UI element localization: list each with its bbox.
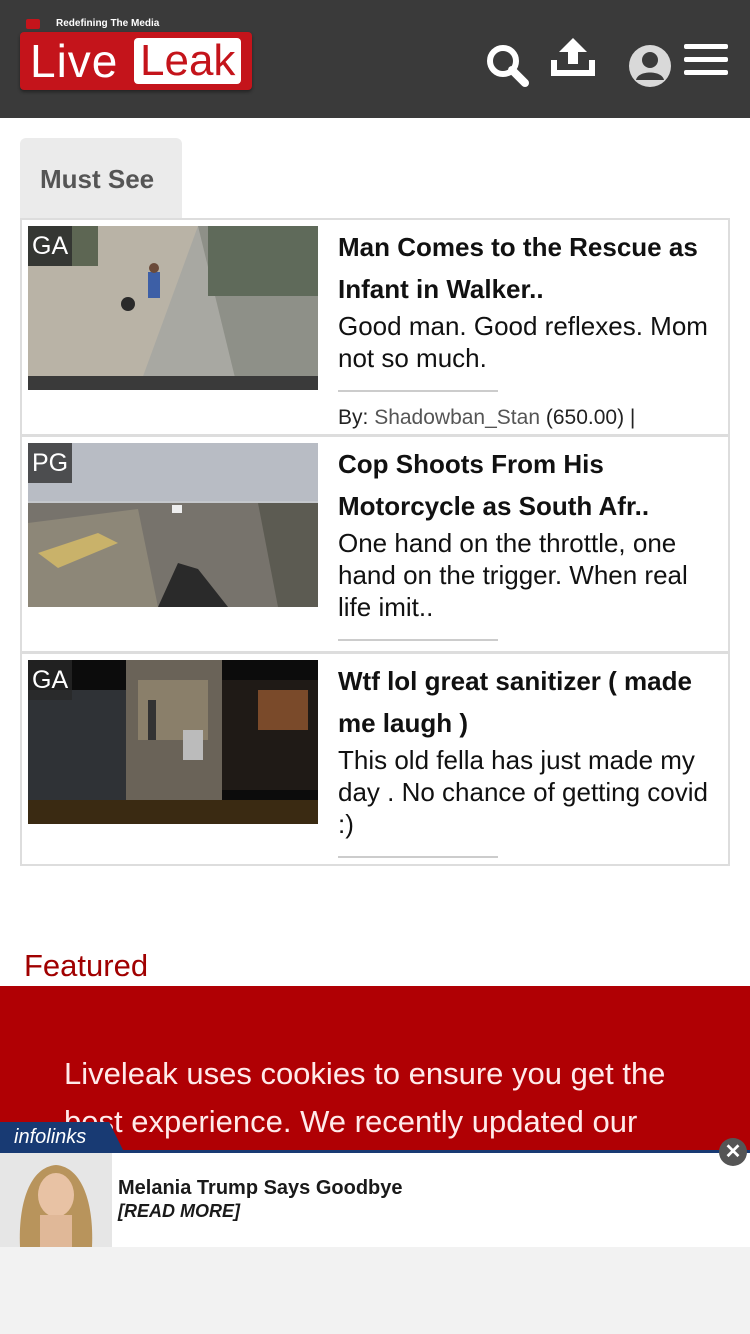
- ad-title[interactable]: Melania Trump Says Goodbye: [118, 1177, 403, 1200]
- logo-word-leak: Leak: [134, 38, 242, 84]
- featured-heading: Featured: [24, 948, 149, 983]
- by-label: By:: [338, 406, 369, 429]
- video-title[interactable]: Man Comes to the Rescue as Infant in Wal…: [338, 226, 718, 310]
- upload-icon[interactable]: [549, 36, 597, 78]
- video-item[interactable]: PG Cop Shoots From His Motorcycle as Sou…: [22, 434, 728, 648]
- video-thumbnail[interactable]: GA: [28, 226, 318, 390]
- video-list: GA Man Comes to the Rescue as Infant in …: [20, 218, 730, 866]
- divider: [338, 856, 498, 858]
- rating-badge: GA: [28, 226, 73, 266]
- video-description: This old fella has just made my day . No…: [338, 745, 709, 839]
- user-icon[interactable]: [628, 44, 672, 88]
- video-title[interactable]: Cop Shoots From His Motorcycle as South …: [338, 443, 718, 527]
- video-thumbnail[interactable]: PG: [28, 443, 318, 607]
- uploader-link[interactable]: Shadowban_Stan: [374, 406, 540, 429]
- logo-word-live: Live: [30, 35, 119, 87]
- logo-tagline: Redefining The Media: [56, 18, 160, 29]
- liveleak-logo[interactable]: Redefining The Media Live Leak: [20, 14, 252, 94]
- video-title[interactable]: Wtf lol great sanitizer ( made me laugh …: [338, 660, 718, 744]
- video-description: Good man. Good reflexes. Mom not so much…: [338, 311, 708, 373]
- rating-badge: GA: [28, 660, 73, 700]
- search-icon[interactable]: [484, 42, 530, 88]
- uploader-score: (650.00) |: [545, 406, 636, 429]
- ad-photo-graphic: [0, 1153, 112, 1247]
- video-description: One hand on the throttle, one hand on th…: [338, 528, 688, 622]
- ad-bar: Melania Trump Says Goodbye [READ MORE]: [0, 1150, 750, 1334]
- video-byline: By: Shadowban_Stan (650.00) |: [338, 406, 635, 430]
- infolinks-logo[interactable]: infolinks: [0, 1122, 124, 1152]
- top-header: Redefining The Media Live Leak: [0, 0, 750, 118]
- video-item[interactable]: GA Man Comes to the Rescue as Infant in …: [22, 220, 728, 434]
- video-thumbnail[interactable]: GA: [28, 660, 318, 824]
- close-icon[interactable]: ✕: [719, 1138, 747, 1166]
- divider: [338, 390, 498, 392]
- tv-icon: [26, 19, 40, 29]
- hamburger-menu-icon[interactable]: [684, 42, 728, 78]
- ad-image[interactable]: [0, 1153, 112, 1247]
- video-item[interactable]: GA Wtf lol great sanitizer ( made me lau…: [22, 651, 728, 864]
- cookie-text: Liveleak uses cookies to ensure you get …: [64, 1056, 666, 1139]
- rating-badge: PG: [28, 443, 73, 483]
- tab-must-see[interactable]: Must See: [20, 138, 182, 220]
- ad-link[interactable]: Melania Trump Says Goodbye [READ MORE]: [0, 1153, 750, 1247]
- divider: [338, 639, 498, 641]
- logo-badge: Live Leak: [20, 32, 252, 90]
- ad-read-more[interactable]: [READ MORE]: [118, 1201, 240, 1222]
